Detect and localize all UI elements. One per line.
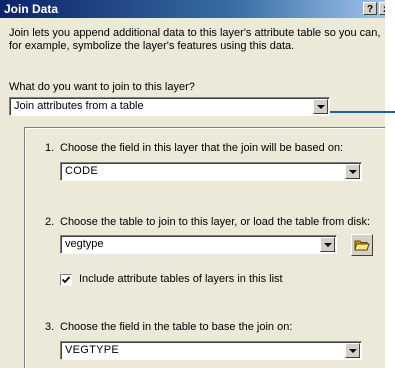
step-1-label: Choose the field in this layer that the …	[60, 142, 344, 154]
join-table-dropdown[interactable]: vegtype	[60, 235, 337, 254]
checkmark-icon	[61, 276, 71, 284]
table-field-dropdown[interactable]: VEGTYPE	[60, 341, 362, 360]
include-layer-tables-checkbox[interactable]	[60, 274, 72, 286]
title-bar[interactable]: Join Data ? x	[0, 0, 385, 18]
chevron-down-icon[interactable]	[345, 343, 360, 358]
callout-line	[330, 111, 395, 113]
step-1-number: 1.	[45, 142, 55, 154]
join-table-selected: vegtype	[65, 238, 104, 250]
chevron-down-icon[interactable]	[313, 99, 328, 114]
intro-text-line-1: Join lets you append additional data to …	[9, 27, 381, 39]
layer-field-dropdown[interactable]: CODE	[60, 162, 362, 181]
join-type-selected: Join attributes from a table	[14, 100, 144, 112]
include-layer-tables-label: Include attribute tables of layers in th…	[79, 273, 283, 285]
dialog-title: Join Data	[4, 2, 59, 16]
step-2-label: Choose the table to join to this layer, …	[60, 216, 371, 228]
join-data-dialog: Join Data ? x Join lets you append addit…	[0, 0, 385, 368]
close-button[interactable]: x	[379, 2, 385, 15]
chevron-down-icon[interactable]	[320, 237, 335, 252]
chevron-down-icon[interactable]	[345, 164, 360, 179]
table-field-selected: VEGTYPE	[65, 344, 120, 356]
layer-field-selected: CODE	[65, 165, 98, 177]
open-table-button[interactable]	[351, 234, 373, 256]
step-2-number: 2.	[45, 216, 55, 228]
help-button[interactable]: ?	[363, 2, 377, 15]
step-3-label: Choose the field in the table to base th…	[60, 321, 293, 333]
join-type-question: What do you want to join to this layer?	[9, 81, 195, 93]
folder-open-icon	[354, 240, 370, 251]
step-3-number: 3.	[45, 321, 55, 333]
intro-text-line-2: for example, symbolize the layer's featu…	[9, 40, 295, 52]
join-type-dropdown[interactable]: Join attributes from a table	[9, 97, 330, 116]
